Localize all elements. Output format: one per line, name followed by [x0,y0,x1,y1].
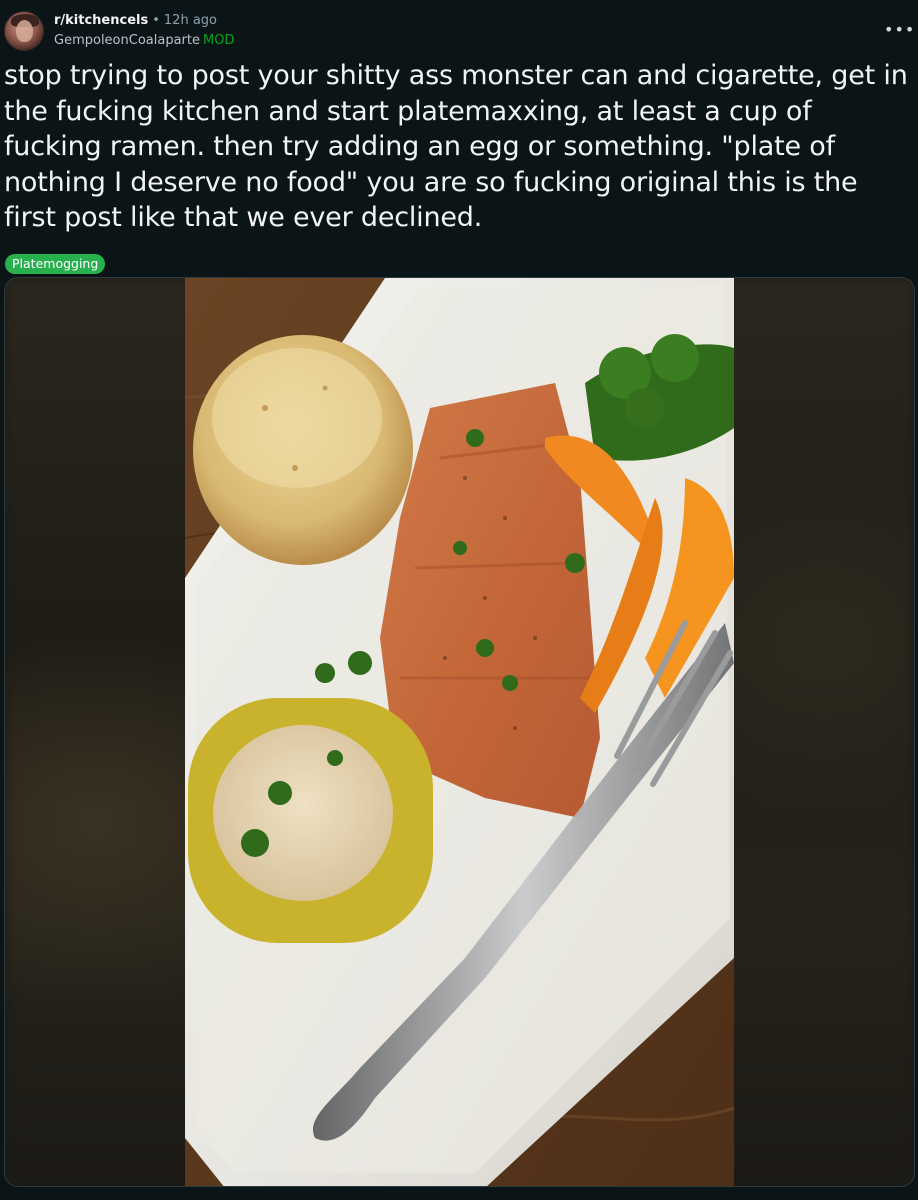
kebab-menu-icon[interactable]: ••• [884,16,914,44]
avatar[interactable] [4,11,44,51]
mod-badge: MOD [202,33,235,48]
salmon-plate-photo[interactable] [185,278,734,1186]
author-link[interactable]: GempoleonCoalaparte [54,33,200,48]
post-media [4,277,915,1187]
subreddit-link[interactable]: r/kitchencels [54,13,148,28]
avatar-face [16,20,33,42]
post-flair[interactable]: Platemogging [5,254,106,274]
meta-separator: • [152,13,160,28]
post-header: r/kitchencels • 12h ago GempoleonCoalapart… [0,0,918,56]
post-title[interactable]: stop trying to post your shitty ass mons… [4,58,909,236]
author-line: GempoleonCoalaparte MOD [54,32,234,50]
post-time: 12h ago [163,13,217,28]
photo-illustration [185,278,734,1186]
subreddit-line: r/kitchencels • 12h ago [54,12,217,30]
